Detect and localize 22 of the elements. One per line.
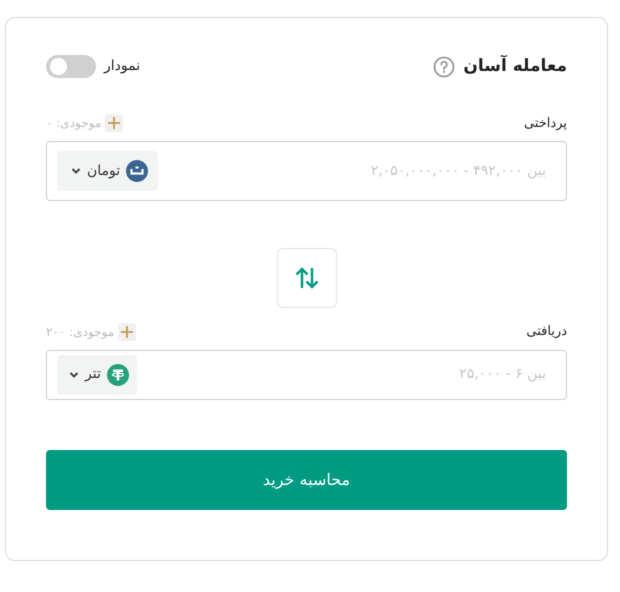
balance-text: موجودی: ۰: [46, 115, 102, 132]
card-title: معامله آسان: [463, 54, 567, 78]
swap-arrows-icon: [294, 266, 320, 290]
chevron-down-icon: [71, 167, 81, 175]
help-icon[interactable]: [433, 56, 456, 78]
add-balance-button[interactable]: [118, 322, 136, 341]
field-label: دریافتی: [526, 323, 567, 341]
chevron-down-icon: [69, 370, 79, 378]
tether-coin-icon: [106, 364, 129, 386]
field-label: پرداختی: [524, 114, 567, 132]
currency-select[interactable]: تتر: [57, 354, 137, 394]
balance-text: موجودی: ۲۰۰: [46, 324, 114, 341]
currency-select[interactable]: تومان: [57, 151, 158, 191]
chart-toggle-label: نمودار: [104, 57, 140, 76]
swap-button[interactable]: [276, 248, 336, 308]
plus-icon: [120, 324, 134, 339]
add-balance-button[interactable]: [105, 114, 124, 132]
plus-icon: [107, 116, 122, 130]
toman-coin-icon: [126, 160, 148, 182]
chart-toggle[interactable]: [46, 55, 96, 78]
amount-field[interactable]: بین ۴۹۲,۰۰۰ - ۲,۰۵۰,۰۰۰,۰۰۰ تومان: [46, 141, 567, 201]
amount-field[interactable]: بین ۶ - ۲۵,۰۰۰ تتر: [46, 350, 567, 400]
